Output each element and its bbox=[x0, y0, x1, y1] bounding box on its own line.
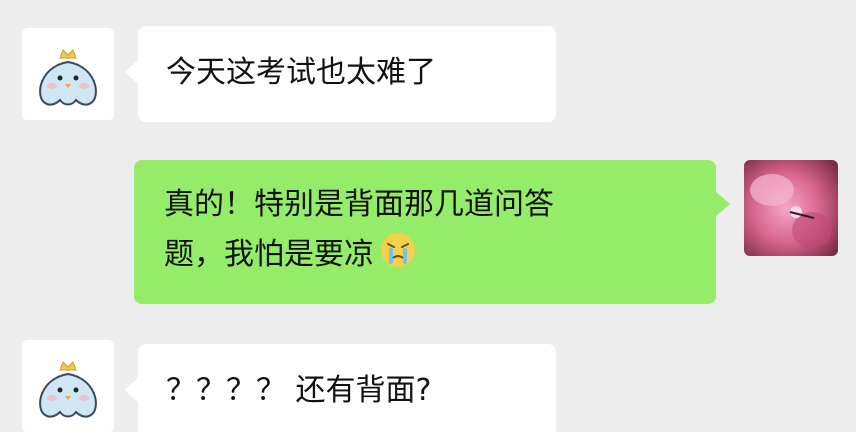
bubble-tail bbox=[716, 192, 730, 216]
message-text-line-2-wrap: 题，我怕是要凉 bbox=[164, 230, 716, 280]
message-bubble-received[interactable]: ？？？？ 还有背面? bbox=[124, 344, 556, 432]
bubble-tail bbox=[124, 378, 138, 402]
message-text: ？？？？ 还有背面? bbox=[166, 373, 432, 408]
pink-flower-avatar[interactable] bbox=[744, 160, 838, 256]
message-text: 今天这考试也太难了 bbox=[166, 55, 436, 90]
bubble-tail bbox=[124, 60, 138, 84]
message-bubble-received[interactable]: 今天这考试也太难了 bbox=[124, 26, 556, 122]
chick-avatar-icon[interactable] bbox=[22, 28, 114, 120]
crying-emoji-icon bbox=[378, 230, 418, 270]
chick-avatar-icon[interactable] bbox=[22, 340, 114, 432]
message-text-line-2: 题，我怕是要凉 bbox=[164, 237, 374, 272]
message-text-line-1: 真的！特别是背面那几道问答 bbox=[164, 187, 554, 222]
message-bubble-sent[interactable]: 真的！特别是背面那几道问答 题，我怕是要凉 bbox=[134, 160, 730, 304]
chat-window: 今天这考试也太难了 真的！特别是背面那几道问答 题，我怕是要凉 ？？？？ 还有背… bbox=[0, 0, 856, 432]
